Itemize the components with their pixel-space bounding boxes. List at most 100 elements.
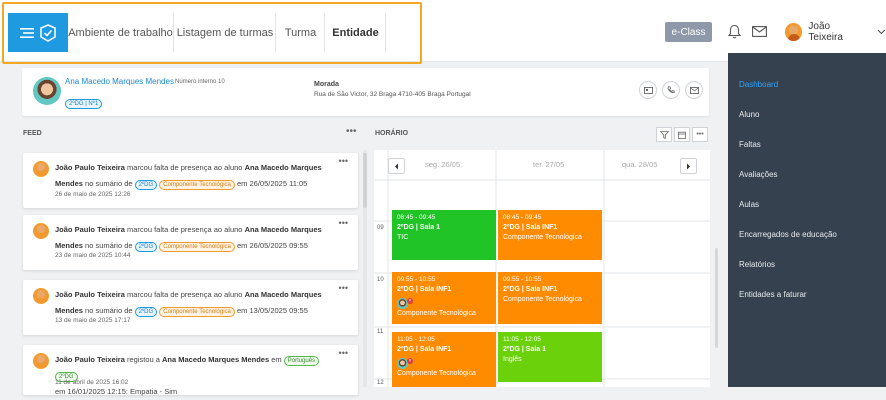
event-room: 2ºDG | Sala INF1: [397, 286, 452, 293]
user-avatar: [785, 23, 803, 41]
feed-item: João Paulo Teixeira marcou falta de pres…: [23, 280, 358, 335]
feed-item-more-button[interactable]: •••: [339, 283, 348, 293]
event-time: 11:05 - 12:05: [397, 336, 435, 343]
sidebar-item-faltas[interactable]: Faltas: [739, 140, 761, 149]
feed-author[interactable]: João Paulo Teixeira: [55, 225, 125, 234]
feed-more-button[interactable]: •••: [346, 126, 357, 137]
student-name[interactable]: Ana Macedo Marques Mendes: [65, 77, 174, 86]
feed-tail: em 13/05/2025 09:55: [236, 306, 308, 315]
sidebar-item-aulas[interactable]: Aulas: [739, 200, 759, 209]
filter-icon: [659, 130, 669, 139]
event-subject: Componente Tecnológica: [397, 370, 476, 377]
next-week-button[interactable]: [680, 158, 697, 174]
feed-middle: no sumário de: [85, 179, 133, 188]
schedule-event[interactable]: 09:55 - 10:55 2ºDG | Sala INF1 Component…: [498, 272, 602, 324]
mail-icon[interactable]: [752, 26, 767, 37]
schedule-event[interactable]: 08:45 - 09:45 2ºDG | Sala 1 TIC: [392, 210, 496, 260]
feed-date: 11 de abril de 2025 16:02: [55, 379, 129, 386]
event-time: 09:55 - 10:55: [397, 276, 436, 283]
feed-badge-subject: Componente Tecnológica: [159, 307, 235, 317]
prev-week-button[interactable]: [388, 158, 405, 174]
chevron-left-icon: [395, 163, 398, 169]
schedule-event[interactable]: 11:05 - 12:05 2ºDG | Sala 1 Inglês: [498, 332, 602, 382]
address-label: Morada: [314, 81, 339, 88]
feed-author[interactable]: João Paulo Teixeira: [55, 290, 125, 299]
feed-scrollbar-thumb[interactable]: [363, 153, 367, 208]
calendar-icon: [678, 131, 686, 139]
event-time: 09:55 - 10:55: [503, 276, 542, 283]
tab-listagem-de-turmas[interactable]: Listagem de turmas: [175, 13, 276, 52]
phone-icon: [667, 86, 675, 94]
feed-item-more-button[interactable]: •••: [339, 156, 348, 166]
filter-button[interactable]: [656, 127, 672, 142]
bell-icon[interactable]: [728, 24, 741, 39]
feed-action: registou a: [126, 355, 160, 364]
feed-date: 23 de maio de 2025 10:44: [55, 252, 131, 259]
event-room: 2ºDG | Sala INF1: [503, 286, 558, 293]
user-menu[interactable]: João Teixeira: [785, 21, 886, 43]
eclass-button[interactable]: e-Class: [665, 22, 712, 42]
event-time: 08:45 - 09:45: [397, 214, 436, 221]
feed-badge-class: 2ºDG: [134, 180, 158, 190]
chevron-down-icon: [877, 29, 886, 35]
sidebar-item-relatorios[interactable]: Relatórios: [739, 260, 775, 269]
student-class-badge-wrap: 2ºDG | Nº1: [65, 92, 103, 110]
hour-label: 11: [377, 329, 384, 335]
tab-turma[interactable]: Turma: [277, 13, 325, 52]
schedule-more-button[interactable]: •••: [692, 127, 708, 142]
chevron-right-icon: [687, 163, 690, 169]
feed-student[interactable]: Ana Macedo Marques Mendes: [162, 355, 269, 364]
absence-x-icon: ×: [407, 358, 413, 364]
schedule-event[interactable]: 08:45 - 09:45 2ºDG | Sala INF1 Component…: [498, 210, 602, 260]
event-subject: Componente Tecnológica: [503, 234, 582, 241]
student-internal-number: Número interno 10: [175, 79, 225, 85]
card-button[interactable]: [639, 81, 657, 99]
feed-item-more-button[interactable]: •••: [339, 348, 348, 358]
feed-author-avatar: [33, 161, 49, 177]
feed-text: João Paulo Teixeira registou a Ana Maced…: [55, 352, 340, 400]
student-avatar: [33, 77, 61, 105]
feed-author[interactable]: João Paulo Teixeira: [55, 163, 125, 172]
feed-tail: em 26/05/2025 11:05: [236, 179, 308, 188]
id-card-icon: [643, 86, 653, 94]
feed-text: João Paulo Teixeira marcou falta de pres…: [55, 160, 340, 192]
email-button[interactable]: [685, 81, 703, 99]
event-subject: TIC: [397, 234, 409, 241]
sidebar-item-aluno[interactable]: Aluno: [739, 110, 759, 119]
feed-text: João Paulo Teixeira marcou falta de pres…: [55, 287, 340, 319]
feed-badge-class: 2ºDG: [134, 307, 158, 317]
feed-item: João Paulo Teixeira registou a Ana Maced…: [23, 345, 358, 396]
schedule-scrollbar-thumb[interactable]: [715, 248, 718, 348]
event-time: 08:45 - 09:45: [503, 214, 542, 221]
user-name: João Teixeira: [808, 21, 843, 43]
right-sidebar: Dashboard Aluno Faltas Avaliações Aulas …: [728, 53, 886, 387]
feed-author-avatar: [33, 353, 49, 369]
sidebar-item-encarregados[interactable]: Encarregados de educação: [739, 230, 837, 239]
sidebar-item-entidades-a-faturar[interactable]: Entidades a faturar: [739, 290, 807, 299]
calendar-button[interactable]: [674, 127, 690, 142]
event-subject: Inglês: [503, 356, 522, 363]
address-value: Rua de São Victor, 32 Braga 4710-405 Bra…: [314, 91, 471, 98]
feed-middle: em: [271, 355, 282, 364]
day-header: seg. 26/05: [425, 160, 461, 169]
app-logo-icon: [40, 23, 56, 42]
feed-action: marcou falta de presença ao aluno: [126, 163, 243, 172]
sidebar-item-avaliacoes[interactable]: Avaliações: [739, 170, 778, 179]
sidebar-item-dashboard[interactable]: Dashboard: [739, 80, 778, 89]
feed-badge-subject: Português: [283, 356, 320, 366]
hour-label: 12: [377, 380, 384, 386]
class-badge: 2ºDG | Nº1: [65, 99, 103, 109]
phone-button[interactable]: [662, 81, 680, 99]
event-subject: Componente Tecnológica: [503, 296, 582, 303]
menu-logo-button[interactable]: [8, 13, 68, 52]
feed-date: 26 de maio de 2025 12:26: [55, 191, 131, 198]
feed-item-more-button[interactable]: •••: [339, 218, 348, 228]
feed-date: 13 de maio de 2025 17:17: [55, 317, 131, 324]
feed-author-avatar: [33, 288, 49, 304]
feed-author[interactable]: João Paulo Teixeira: [55, 355, 125, 364]
tab-entidade[interactable]: Entidade: [326, 13, 386, 52]
day-header: ter. 27/05: [533, 160, 565, 169]
event-time: 11:05 - 12:05: [503, 336, 541, 343]
tab-ambiente-de-trabalho[interactable]: Ambiente de trabalho: [68, 13, 174, 52]
day-header: qua. 28/05: [622, 160, 658, 169]
